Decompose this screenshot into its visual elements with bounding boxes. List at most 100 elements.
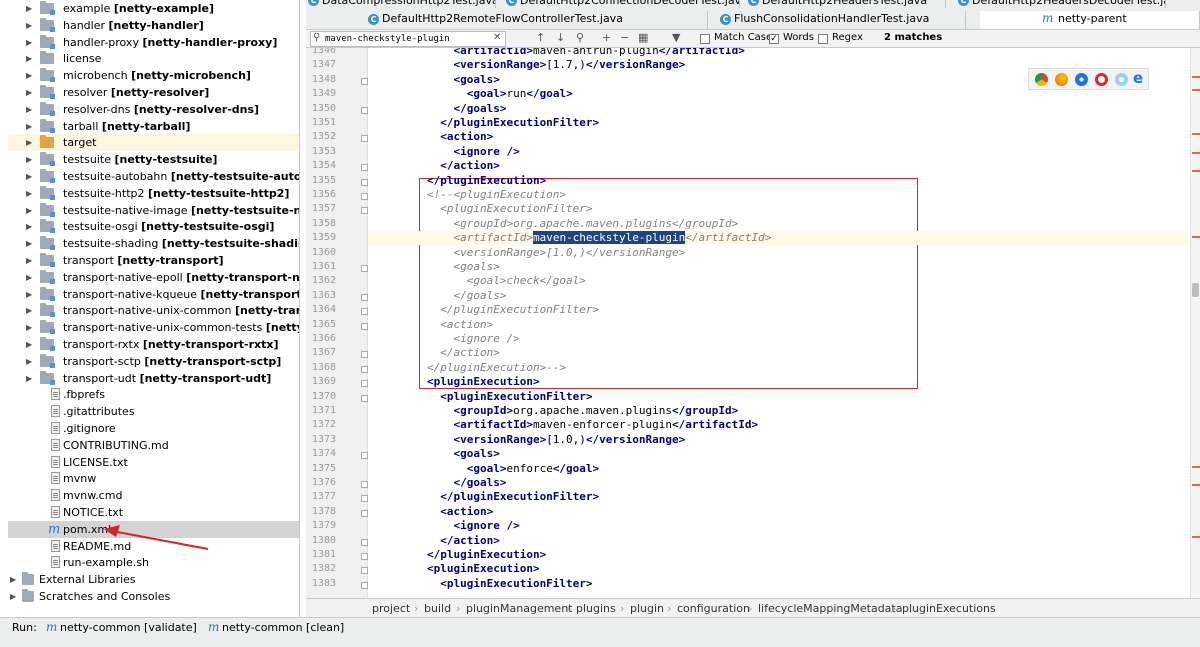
- code-line[interactable]: </pluginExecutionFilter>: [374, 116, 599, 130]
- expand-arrow-icon[interactable]: ▶: [10, 571, 20, 588]
- find-all-icon[interactable]: ⚲: [576, 31, 584, 44]
- breadcrumb-item[interactable]: pluginManagement: [466, 599, 572, 618]
- code-line[interactable]: </pluginExecutionFilter>: [374, 303, 599, 317]
- editor-tab[interactable]: C DefaultHttp2HeadersDecoderTest.java: [956, 0, 1166, 8]
- fold-marker-icon[interactable]: [361, 178, 368, 186]
- fold-marker-icon[interactable]: [361, 265, 368, 272]
- fold-marker-icon[interactable]: [361, 581, 368, 589]
- fold-marker-icon[interactable]: [361, 495, 368, 503]
- editor-tab-active[interactable]: m netty-parent: [980, 11, 1200, 29]
- search-icon[interactable]: ⚲: [313, 32, 320, 43]
- expand-arrow-icon[interactable]: ▶: [26, 151, 36, 168]
- expand-arrow-icon[interactable]: ▶: [26, 168, 36, 185]
- breadcrumb-item[interactable]: lifecycleMappingMetadata: [758, 599, 902, 618]
- code-line[interactable]: <goal>enforce</goal>: [374, 462, 599, 476]
- scrollbar-thumb[interactable]: [1192, 283, 1199, 297]
- tree-item[interactable]: ▶ transport-rxtx [netty-transport-rxtx]: [8, 336, 299, 353]
- select-all-occurrences-icon[interactable]: ▦: [638, 31, 648, 44]
- expand-arrow-icon[interactable]: ▶: [26, 0, 36, 17]
- expand-arrow-icon[interactable]: ▶: [26, 302, 36, 319]
- tree-item[interactable]: ▶ transport-sctp [netty-transport-sctp]: [8, 353, 299, 370]
- tree-item[interactable]: .gitattributes: [8, 403, 299, 420]
- fold-marker-icon[interactable]: [361, 567, 368, 575]
- tree-item[interactable]: .gitignore: [8, 420, 299, 437]
- fold-marker-icon[interactable]: [361, 308, 368, 316]
- code-line[interactable]: </pluginExecutionFilter>: [374, 490, 599, 504]
- code-editor[interactable]: 1346 1347 1348 1349 1350 1351 1352 1353 1354 1355…: [306, 48, 1200, 598]
- code-line[interactable]: <versionRange>[1.7,)</versionRange>: [374, 58, 685, 72]
- words-checkbox[interactable]: ✓: [769, 34, 779, 44]
- expand-arrow-icon[interactable]: ▶: [26, 269, 36, 286]
- fold-marker-icon[interactable]: [361, 380, 368, 388]
- code-line[interactable]: <artifactId>maven-enforcer-plugin</artif…: [374, 418, 758, 432]
- tree-item[interactable]: ▶ handler-proxy [netty-handler-proxy]: [8, 34, 299, 51]
- run-tab-clean[interactable]: m netty-common [clean]: [206, 620, 344, 635]
- code-line[interactable]: <action>: [374, 130, 493, 144]
- fold-marker-icon[interactable]: [361, 164, 368, 172]
- expand-arrow-icon[interactable]: ▶: [10, 588, 20, 605]
- safari-icon[interactable]: [1075, 73, 1088, 86]
- code-line[interactable]: <!--<pluginExecution>: [374, 188, 566, 202]
- expand-arrow-icon[interactable]: ▶: [26, 319, 36, 336]
- expand-arrow-icon[interactable]: ▶: [26, 67, 36, 84]
- tree-item[interactable]: ▶ microbench [netty-microbench]: [8, 67, 299, 84]
- regex-checkbox[interactable]: [818, 34, 828, 44]
- editor-scrollbar[interactable]: [1190, 48, 1200, 598]
- code-line[interactable]: </pluginExecution>: [374, 174, 546, 188]
- tree-item[interactable]: CONTRIBUTING.md: [8, 437, 299, 454]
- expand-arrow-icon[interactable]: ▶: [26, 17, 36, 34]
- tree-item[interactable]: m pom.xml: [8, 520, 299, 538]
- fold-marker-icon[interactable]: [361, 481, 368, 488]
- tree-item[interactable]: mvnw: [8, 470, 299, 487]
- previous-occurrence-icon[interactable]: ↑: [536, 31, 545, 44]
- fold-marker-icon[interactable]: [361, 293, 368, 301]
- fold-marker-icon[interactable]: [361, 509, 368, 517]
- tree-item[interactable]: ▶ tarball [netty-tarball]: [8, 118, 299, 135]
- fold-marker-icon[interactable]: [361, 193, 368, 200]
- breadcrumb-item[interactable]: configuration: [677, 599, 750, 618]
- breadcrumb-item[interactable]: build: [424, 599, 451, 618]
- editor-tab[interactable]: C DefaultHttp2RemoteFlowControllerTest.ja…: [366, 11, 708, 29]
- tree-item[interactable]: ▶ testsuite-native-image [netty-testsuite…: [8, 202, 299, 219]
- tree-item[interactable]: ▶ testsuite-autobahn [netty-testsuite-aut…: [8, 168, 299, 185]
- code-line[interactable]: </goals>: [374, 102, 506, 116]
- code-line[interactable]: <pluginExecutionFilter>: [374, 390, 592, 404]
- tree-item[interactable]: ▶ testsuite-osgi [netty-testsuite-osgi]: [8, 218, 299, 235]
- tree-item[interactable]: ▶ resolver-dns [netty-resolver-dns]: [8, 101, 299, 118]
- fold-marker-icon[interactable]: [361, 135, 368, 143]
- next-occurrence-icon[interactable]: ↓: [556, 31, 565, 44]
- expand-arrow-icon[interactable]: ▶: [26, 101, 36, 118]
- fold-marker-icon[interactable]: [361, 322, 368, 330]
- code-line[interactable]: <ignore />: [374, 332, 519, 346]
- external-libraries-item[interactable]: ▶ External Libraries: [8, 571, 299, 588]
- code-line[interactable]: <artifactId>maven-antrun-plugin</artifac…: [374, 48, 744, 58]
- tree-item[interactable]: ▶ transport-native-unix-common-tests [net…: [8, 319, 299, 336]
- breadcrumb-item[interactable]: plugin: [630, 599, 664, 618]
- editor-tab[interactable]: C DefaultHttp2HeadersTest.java: [746, 0, 946, 8]
- match-case-checkbox[interactable]: [700, 34, 710, 44]
- add-occurrence-icon[interactable]: +: [602, 31, 611, 44]
- clear-search-icon[interactable]: ✕: [493, 32, 501, 43]
- tree-item[interactable]: run-example.sh: [8, 554, 299, 571]
- expand-arrow-icon[interactable]: ▶: [26, 235, 36, 252]
- search-input-box[interactable]: ⚲ ✕: [310, 31, 506, 47]
- tree-item[interactable]: ▶ testsuite [netty-testsuite]: [8, 151, 299, 168]
- expand-arrow-icon[interactable]: ▶: [26, 84, 36, 101]
- code-line[interactable]: <goal>check</goal>: [374, 274, 586, 288]
- code-line[interactable]: <goals>: [374, 260, 499, 274]
- tree-item[interactable]: LICENSE.txt: [8, 454, 299, 471]
- code-line[interactable]: <pluginExecutionFilter>: [374, 202, 592, 216]
- code-line[interactable]: <versionRange>[1.0,)</versionRange>: [374, 433, 685, 447]
- tree-item[interactable]: ▶ transport-native-kqueue [netty-transpor…: [8, 286, 299, 303]
- tree-item[interactable]: ▶ transport-udt [netty-transport-udt]: [8, 370, 299, 387]
- code-line[interactable]: <ignore />: [374, 145, 519, 159]
- tree-item[interactable]: ▶ transport [netty-transport]: [8, 252, 299, 269]
- code-line[interactable]: <pluginExecution>: [374, 375, 540, 389]
- editor-tab[interactable]: C DefaultHttp2ConnectionDecoderTest.java: [504, 0, 740, 8]
- tree-item[interactable]: NOTICE.txt: [8, 504, 299, 521]
- edge-icon[interactable]: e: [1133, 69, 1143, 87]
- tree-item[interactable]: ▶ example [netty-example]: [8, 0, 299, 17]
- tree-item[interactable]: ▶ transport-native-unix-common [netty-tra…: [8, 302, 299, 319]
- editor-tab[interactable]: C FlushConsolidationHandlerTest.java: [718, 11, 966, 29]
- breadcrumb-item[interactable]: pluginExecutions: [902, 599, 996, 618]
